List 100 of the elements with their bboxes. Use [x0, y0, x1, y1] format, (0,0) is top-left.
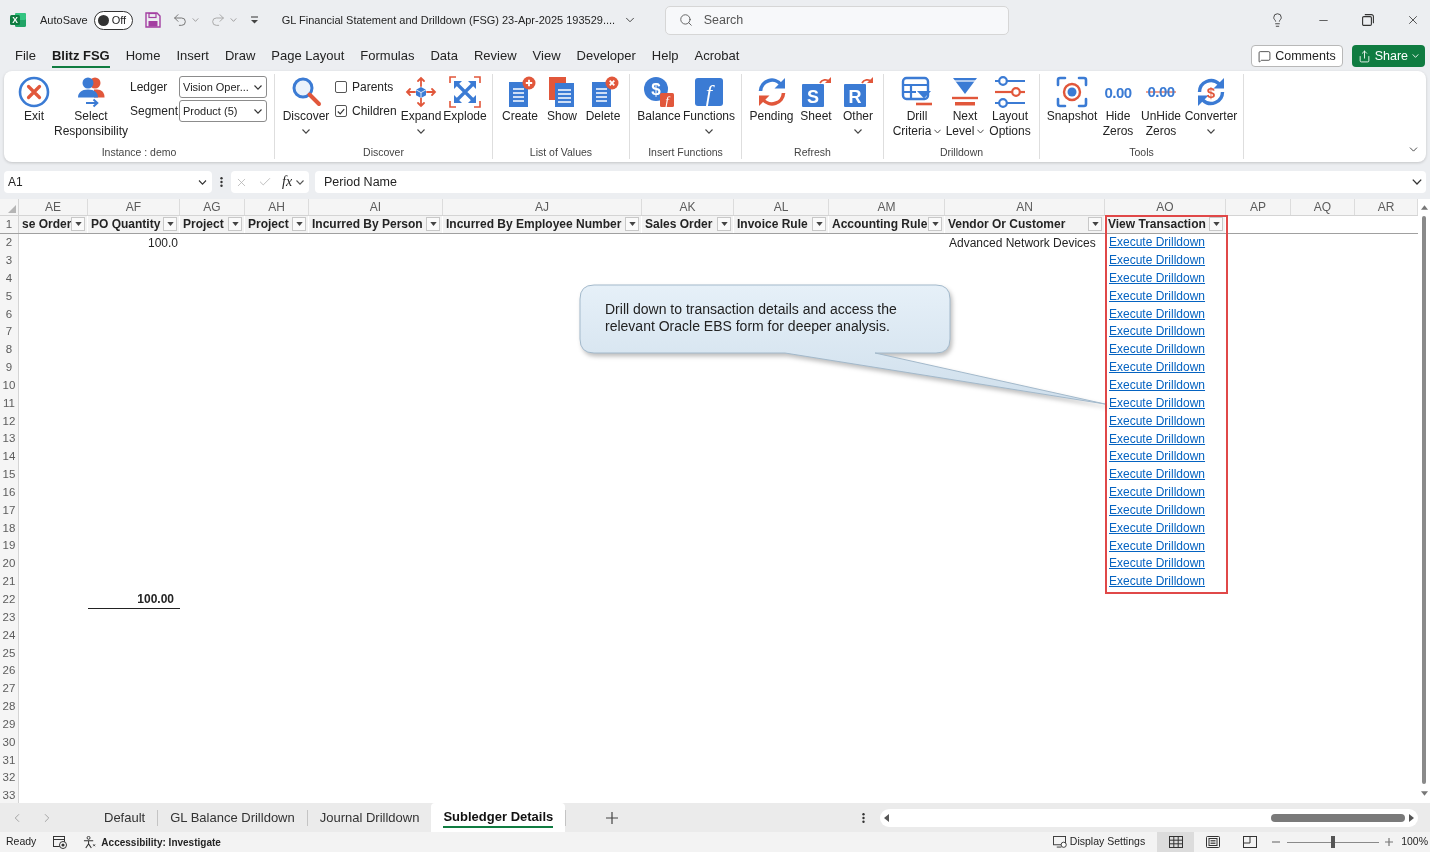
menu-tab[interactable]: Help [651, 44, 679, 68]
checkbox[interactable] [335, 105, 347, 117]
ribbon-button[interactable]: Select Responsibility [53, 76, 129, 139]
filter-button[interactable] [71, 217, 86, 232]
ribbon-button[interactable]: f Functions [682, 76, 736, 138]
menu-tab[interactable]: Acrobat [694, 44, 740, 68]
row-number[interactable]: 20 [0, 555, 19, 573]
row-number[interactable]: 32 [0, 769, 19, 787]
row-number[interactable]: 11 [0, 394, 19, 413]
restore-window-icon[interactable] [1362, 14, 1374, 26]
sheet-tab[interactable]: Journal Drilldown [307, 803, 432, 832]
lightbulb-icon[interactable] [1270, 12, 1285, 28]
row-number[interactable]: 26 [0, 662, 19, 680]
menu-tab[interactable]: Page Layout [271, 44, 345, 68]
filter-button[interactable] [1209, 217, 1223, 232]
filter-button[interactable] [928, 217, 942, 232]
row-number[interactable]: 33 [0, 787, 19, 803]
name-box[interactable]: A1 [4, 171, 212, 193]
drilldown-link[interactable]: Execute Drilldown [1109, 288, 1206, 304]
filter-button[interactable] [625, 217, 639, 232]
menu-tab[interactable]: Home [125, 44, 161, 68]
drilldown-link[interactable]: Execute Drilldown [1109, 431, 1206, 447]
row-number[interactable]: 7 [0, 323, 19, 341]
add-sheet-icon[interactable] [606, 811, 619, 824]
comments-button[interactable]: Comments [1251, 45, 1343, 67]
ribbon-button[interactable]: Next Level [945, 76, 985, 139]
scroll-right-icon[interactable] [1409, 813, 1414, 822]
menu-tab[interactable]: Formulas [360, 44, 415, 68]
ribbon-button[interactable]: Snapshot [1046, 76, 1098, 124]
drilldown-link[interactable]: Execute Drilldown [1109, 342, 1206, 358]
drilldown-link[interactable]: Execute Drilldown [1109, 360, 1206, 376]
scrollbar-thumb[interactable] [1271, 813, 1405, 822]
column-letter[interactable]: AH [245, 199, 309, 215]
column-letter[interactable]: AQ [1291, 199, 1355, 215]
drilldown-link[interactable]: Execute Drilldown [1109, 449, 1206, 465]
menu-tab[interactable]: Insert [176, 44, 209, 68]
zoom-in-icon[interactable] [1385, 838, 1394, 846]
filter-button[interactable] [812, 217, 826, 232]
ribbon-button[interactable]: Pending [748, 76, 795, 124]
drilldown-link[interactable]: Execute Drilldown [1109, 270, 1206, 286]
ribbon-button[interactable]: Exit [15, 76, 53, 124]
insert-function-button[interactable]: fx [282, 175, 293, 189]
save-icon[interactable] [144, 12, 161, 28]
menu-tab[interactable]: Review [473, 44, 517, 68]
scroll-left-icon[interactable] [884, 813, 889, 822]
accessibility-status[interactable]: Accessibility: Investigate [101, 834, 221, 850]
drilldown-link[interactable]: Execute Drilldown [1109, 485, 1206, 501]
filter-button[interactable] [717, 217, 731, 232]
ribbon-button[interactable]: Create [501, 76, 539, 124]
ribbon-button[interactable]: Delete [584, 76, 622, 124]
drilldown-link[interactable]: Execute Drilldown [1109, 395, 1206, 411]
drilldown-link[interactable]: Execute Drilldown [1109, 502, 1206, 518]
share-button[interactable]: Share [1351, 45, 1425, 67]
drilldown-link[interactable]: Execute Drilldown [1109, 520, 1206, 536]
zoom-level-text[interactable]: 100% [1401, 834, 1430, 850]
drilldown-link[interactable]: Execute Drilldown [1109, 574, 1206, 590]
dropdown-field[interactable]: Product (5) [179, 100, 267, 122]
row-number[interactable]: 1 [0, 216, 19, 233]
drilldown-link[interactable]: Execute Drilldown [1109, 306, 1206, 322]
scrollbar-thumb[interactable] [1422, 216, 1426, 784]
ribbon-button[interactable]: $ Converter [1184, 76, 1238, 138]
drilldown-link[interactable]: Execute Drilldown [1109, 253, 1206, 269]
column-letter[interactable]: AP [1226, 199, 1291, 215]
menu-tab[interactable]: Draw [224, 44, 256, 68]
row-number[interactable]: 31 [0, 751, 19, 770]
menu-tab[interactable]: Blitz FSG [51, 44, 110, 68]
row-number[interactable]: 12 [0, 412, 19, 431]
more-options-icon[interactable] [862, 811, 865, 824]
column-letter[interactable]: AO [1105, 199, 1226, 215]
zoom-slider[interactable] [1287, 836, 1380, 848]
undo-icon[interactable] [171, 12, 188, 28]
column-letter[interactable]: AL [734, 199, 829, 215]
ribbon-button[interactable]: R Other [840, 76, 876, 138]
filter-button[interactable] [426, 217, 440, 232]
filter-button[interactable] [292, 217, 306, 232]
column-letter[interactable]: AK [642, 199, 734, 215]
row-number[interactable]: 24 [0, 626, 19, 645]
sheet-tab[interactable]: Default [92, 803, 158, 832]
drilldown-link[interactable]: Execute Drilldown [1109, 538, 1206, 554]
column-letter[interactable]: AG [180, 199, 245, 215]
checkmark-icon[interactable] [258, 175, 272, 189]
close-icon[interactable] [1406, 13, 1420, 27]
ribbon-button[interactable]: Show [545, 76, 579, 124]
row-number[interactable]: 30 [0, 733, 19, 752]
column-letter[interactable]: AI [309, 199, 443, 215]
column-letter[interactable]: AE [19, 199, 88, 215]
drilldown-link[interactable]: Execute Drilldown [1109, 467, 1206, 483]
filter-button[interactable] [163, 217, 177, 232]
display-settings-icon[interactable] [1052, 836, 1067, 848]
ribbon-button[interactable]: S Sheet [798, 76, 834, 124]
filter-button[interactable] [228, 217, 242, 232]
checkbox[interactable] [335, 81, 347, 93]
scroll-down-icon[interactable] [1420, 791, 1428, 796]
drilldown-link[interactable]: Execute Drilldown [1109, 324, 1206, 340]
column-letter[interactable]: AN [945, 199, 1105, 215]
drilldown-link[interactable]: Execute Drilldown [1109, 378, 1206, 393]
menu-tab[interactable]: Developer [576, 44, 636, 68]
drilldown-link[interactable]: Execute Drilldown [1109, 556, 1206, 572]
filter-button[interactable] [1088, 217, 1102, 232]
ribbon-button[interactable]: Drill Criteria [890, 76, 944, 139]
